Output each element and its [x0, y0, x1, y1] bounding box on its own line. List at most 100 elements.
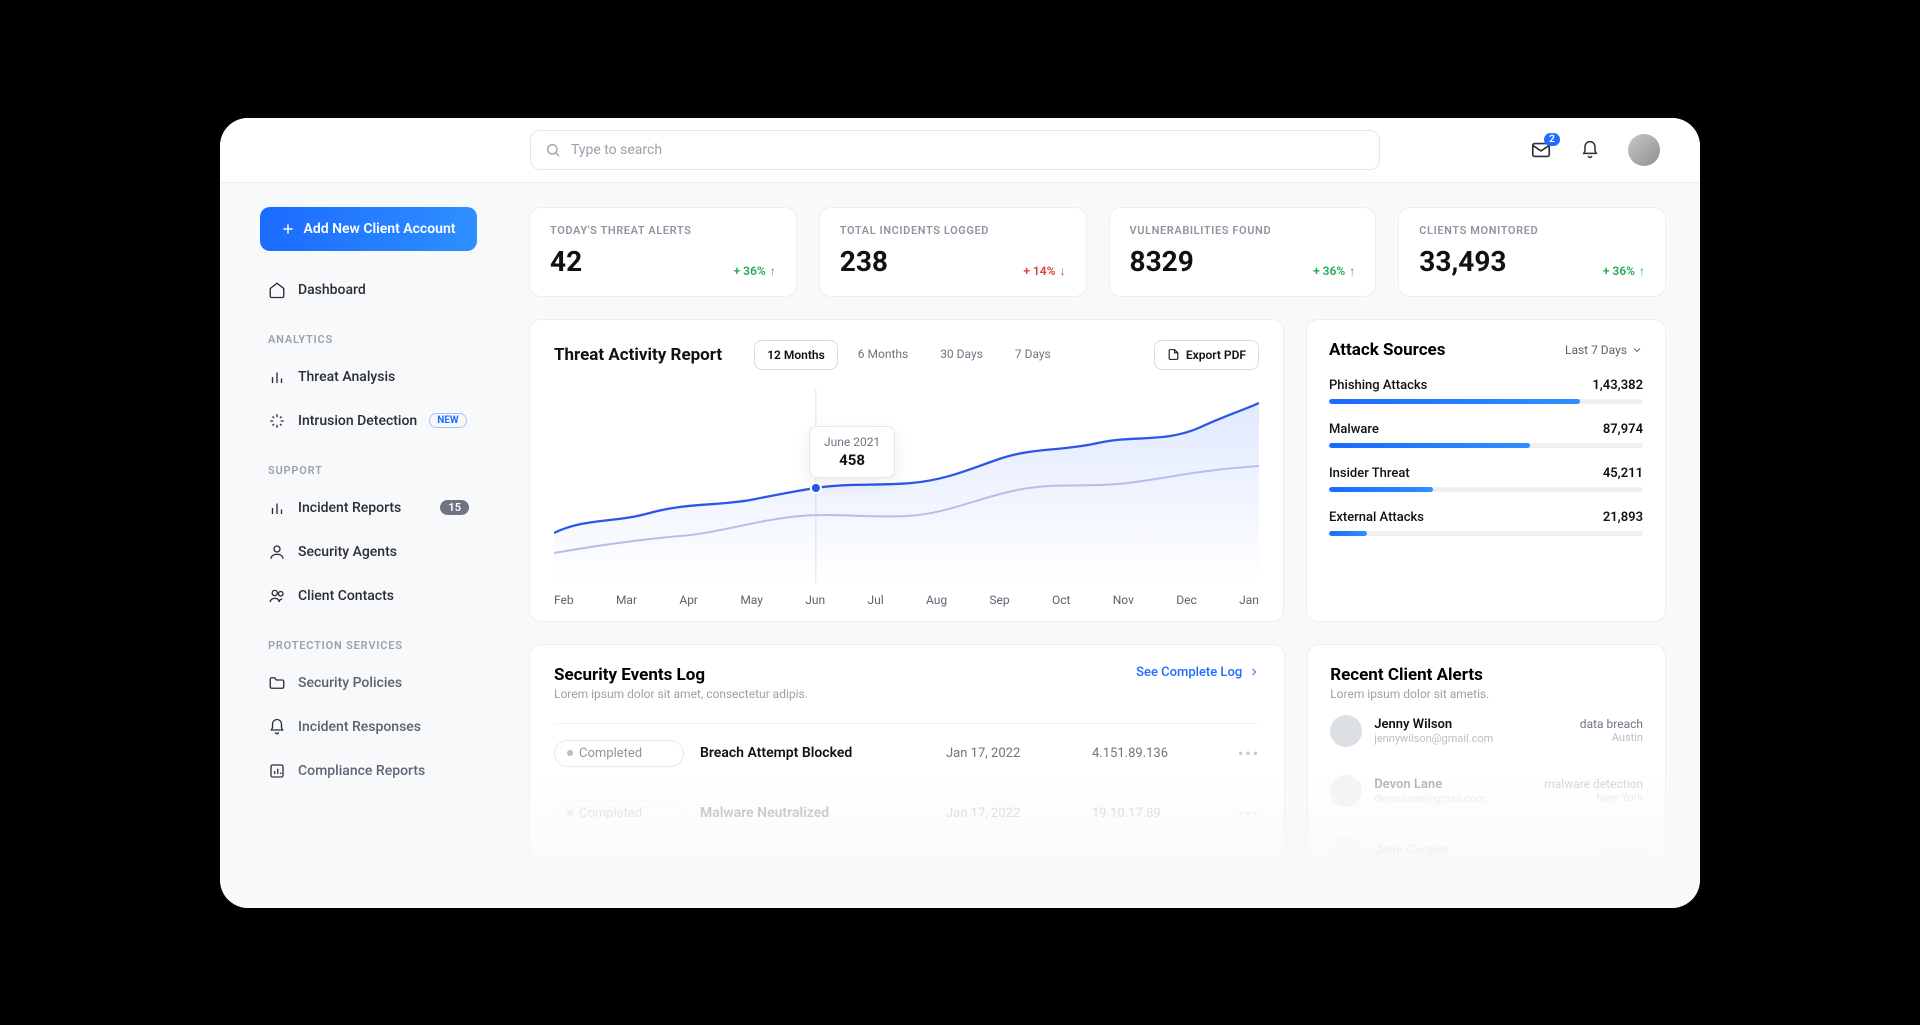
sparkle-icon	[268, 412, 286, 430]
x-tick: Jun	[805, 593, 825, 607]
alert-item[interactable]: Devon Lanedevonlane@gmail.com malware de…	[1330, 761, 1643, 821]
section-protection: PROTECTION SERVICES	[268, 639, 477, 652]
alert-email: jennywilson@gmail.com	[1374, 732, 1568, 745]
source-item: Insider Threat45,211	[1329, 466, 1643, 492]
x-tick: Nov	[1113, 593, 1134, 607]
event-row[interactable]: Completed Breach Attempt Blocked Jan 17,…	[554, 723, 1260, 783]
kpi-card: TODAY'S THREAT ALERTS 42+ 36%↑	[529, 207, 797, 297]
tab-30-days[interactable]: 30 Days	[928, 340, 995, 370]
sources-card: Attack Sources Last 7 Days Phishing Atta…	[1306, 319, 1666, 622]
alert-type: data breach	[1580, 717, 1643, 731]
sources-title: Attack Sources	[1329, 340, 1445, 360]
nav-label: Intrusion Detection	[298, 413, 417, 429]
user-icon	[268, 543, 286, 561]
see-complete-log-link[interactable]: See Complete Log	[1136, 665, 1260, 680]
source-bar	[1329, 443, 1643, 448]
x-tick: Aug	[926, 593, 947, 607]
kpi-delta: + 14%↓	[1023, 264, 1065, 278]
messages-button[interactable]: 2	[1530, 139, 1552, 161]
event-date: Jan 17, 2022	[946, 806, 1076, 821]
tab-6-months[interactable]: 6 Months	[846, 340, 920, 370]
kpi-label: VULNERABILITIES FOUND	[1130, 224, 1356, 237]
kpi-value: 238	[840, 245, 888, 278]
sources-range-dropdown[interactable]: Last 7 Days	[1565, 343, 1643, 357]
add-client-label: Add New Client Account	[303, 221, 455, 237]
add-client-button[interactable]: Add New Client Account	[260, 207, 477, 251]
alert-location: New York	[1544, 791, 1643, 804]
alerts-title: Recent Client Alerts	[1330, 665, 1643, 685]
section-analytics: ANALYTICS	[268, 333, 477, 346]
count-badge: 15	[440, 500, 469, 515]
tab-7-days[interactable]: 7 Days	[1003, 340, 1063, 370]
kpi-delta: + 36%↑	[734, 264, 776, 278]
nav-label: Compliance Reports	[298, 763, 425, 779]
events-title: Security Events Log	[554, 665, 808, 685]
kpi-card: VULNERABILITIES FOUND 8329+ 36%↑	[1109, 207, 1377, 297]
x-tick: Sep	[989, 593, 1009, 607]
source-item: Phishing Attacks1,43,382	[1329, 378, 1643, 404]
nav-security-policies[interactable]: Security Policies	[260, 664, 477, 702]
nav-label: Incident Reports	[298, 500, 401, 516]
chart-title: Threat Activity Report	[554, 345, 722, 365]
x-tick: Mar	[616, 593, 637, 607]
chart-tooltip: June 2021 458	[809, 426, 895, 478]
row-menu-button[interactable]: •••	[1238, 744, 1260, 763]
export-label: Export PDF	[1186, 348, 1246, 362]
chevron-right-icon	[1248, 666, 1260, 678]
nav-dashboard[interactable]: Dashboard	[260, 271, 477, 309]
x-tick: Feb	[554, 593, 574, 607]
alert-name: Jane Cooper	[1374, 843, 1588, 858]
event-row[interactable]: Completed Malware Neutralized Jan 17, 20…	[554, 783, 1260, 843]
notifications-button[interactable]	[1580, 140, 1600, 160]
nav-label: Dashboard	[298, 282, 366, 298]
topbar: 2	[220, 118, 1700, 183]
kpi-delta: + 36%↑	[1603, 264, 1645, 278]
nav-label: Security Agents	[298, 544, 397, 560]
nav-threat-analysis[interactable]: Threat Analysis	[260, 358, 477, 396]
export-button[interactable]: Export PDF	[1154, 340, 1259, 370]
source-value: 87,974	[1603, 422, 1643, 437]
status-badge: Completed	[554, 740, 684, 767]
tab-12-months[interactable]: 12 Months	[754, 340, 838, 370]
alert-name: Jenny Wilson	[1374, 717, 1568, 732]
nav-label: Incident Responses	[298, 719, 421, 735]
chart-area[interactable]: June 2021 458	[554, 388, 1259, 583]
row-menu-button[interactable]: •••	[1238, 804, 1260, 823]
nav-incident-responses[interactable]: Incident Responses	[260, 708, 477, 746]
nav-label: Client Contacts	[298, 588, 394, 604]
nav-client-contacts[interactable]: Client Contacts	[260, 577, 477, 615]
x-tick: Oct	[1052, 593, 1070, 607]
nav-security-agents[interactable]: Security Agents	[260, 533, 477, 571]
file-icon	[1167, 348, 1180, 361]
event-date: Jan 17, 2022	[946, 746, 1076, 761]
sidebar: Add New Client Account Dashboard ANALYTI…	[220, 183, 495, 908]
search-input-wrapper[interactable]	[530, 130, 1380, 170]
alert-item[interactable]: Jane Cooper $10,483	[1330, 821, 1643, 881]
status-badge: Completed	[554, 800, 684, 827]
nav-label: Threat Analysis	[298, 369, 395, 385]
avatar	[1330, 775, 1362, 807]
chart-x-axis: Feb Mar Apr May Jun Jul Aug Sep Oct Nov …	[554, 593, 1259, 607]
alert-item[interactable]: Jenny Wilsonjennywilson@gmail.com data b…	[1330, 701, 1643, 761]
kpi-label: TODAY'S THREAT ALERTS	[550, 224, 776, 237]
x-tick: May	[740, 593, 763, 607]
avatar	[1330, 835, 1362, 867]
search-input[interactable]	[571, 142, 1365, 158]
nav-intrusion-detection[interactable]: Intrusion Detection NEW	[260, 402, 477, 440]
nav-compliance-reports[interactable]: Compliance Reports	[260, 752, 477, 790]
events-card: Security Events Log Lorem ipsum dolor si…	[529, 644, 1285, 882]
chart-card: Threat Activity Report 12 Months 6 Month…	[529, 319, 1284, 622]
nav-incident-reports[interactable]: Incident Reports 15	[260, 489, 477, 527]
kpi-card: TOTAL INCIDENTS LOGGED 238 + 14%↓	[819, 207, 1087, 297]
chevron-down-icon	[1631, 344, 1643, 356]
source-bar	[1329, 399, 1643, 404]
bell-icon	[1580, 140, 1600, 160]
kpi-label: TOTAL INCIDENTS LOGGED	[840, 224, 1066, 237]
arrow-up-icon: ↑	[770, 264, 776, 278]
avatar[interactable]	[1628, 134, 1660, 166]
messages-badge: 2	[1544, 133, 1560, 146]
source-name: Insider Threat	[1329, 466, 1410, 481]
source-name: External Attacks	[1329, 510, 1424, 525]
x-tick: Jan	[1239, 593, 1259, 607]
chart-icon	[268, 499, 286, 517]
